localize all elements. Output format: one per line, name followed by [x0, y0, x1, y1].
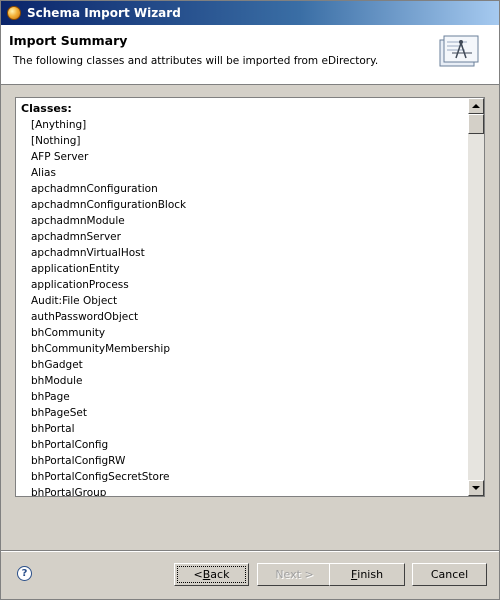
list-item: apchadmnConfigurationBlock [31, 199, 187, 211]
list-item: apchadmnModule [31, 215, 125, 227]
back-rest: ack [210, 568, 230, 581]
list-item: bhGadget [31, 359, 83, 371]
vertical-scrollbar[interactable] [468, 98, 484, 496]
scroll-thumb[interactable] [468, 114, 484, 134]
footer-separator [1, 550, 499, 552]
list-item: Alias [31, 167, 56, 179]
back-button[interactable]: < Back [174, 563, 249, 586]
list-item: [Anything] [31, 119, 87, 131]
scroll-up-button[interactable] [468, 98, 484, 114]
next-label: Next > [275, 568, 314, 581]
finish-button[interactable]: Finish [329, 563, 405, 586]
wizard-window: Schema Import Wizard Import Summary The … [0, 0, 500, 600]
arrow-up-icon [472, 104, 480, 108]
scroll-down-button[interactable] [468, 480, 484, 496]
schema-wizard-icon [439, 35, 479, 67]
finish-rest: inish [357, 568, 384, 581]
page-title: Import Summary [9, 33, 128, 48]
cancel-button[interactable]: Cancel [412, 563, 487, 586]
classes-heading: Classes: [21, 102, 72, 115]
arrow-down-icon [472, 486, 480, 490]
page-description: The following classes and attributes wil… [13, 55, 379, 67]
window-title: Schema Import Wizard [27, 6, 181, 20]
list-item: [Nothing] [31, 135, 81, 147]
list-item: apchadmnConfiguration [31, 183, 158, 195]
list-item: AFP Server [31, 151, 89, 163]
summary-list-content: Classes: [Anything] [Nothing] AFP Server Al… [16, 98, 468, 496]
help-icon[interactable]: ? [17, 566, 32, 581]
list-item: applicationProcess [31, 279, 129, 291]
list-item: bhPortal [31, 423, 75, 435]
summary-list[interactable]: Classes: [Anything] [Nothing] AFP Server Al… [15, 97, 485, 497]
cancel-label: Cancel [430, 568, 469, 581]
list-item: authPasswordObject [31, 311, 139, 323]
app-icon [7, 6, 21, 20]
list-item: bhPortalGroup [31, 487, 107, 496]
list-item: apchadmnVirtualHost [31, 247, 145, 259]
list-item: Audit:File Object [31, 295, 118, 307]
list-item: bhPage [31, 391, 70, 403]
back-underline: B [202, 568, 211, 581]
list-item: applicationEntity [31, 263, 120, 275]
list-item: bhPortalConfig [31, 439, 109, 451]
title-bar[interactable]: Schema Import Wizard [1, 1, 499, 25]
list-item: bhCommunityMembership [31, 343, 170, 355]
list-item: bhPortalConfigRW [31, 455, 126, 467]
back-mnemonic: < [193, 568, 203, 581]
next-button[interactable]: Next > [257, 563, 332, 586]
list-item: bhPortalConfigSecretStore [31, 471, 170, 483]
wizard-header: Import Summary The following classes and… [1, 25, 499, 85]
list-item: bhPageSet [31, 407, 87, 419]
list-item: bhCommunity [31, 327, 106, 339]
list-item: apchadmnServer [31, 231, 121, 243]
list-item: bhModule [31, 375, 83, 387]
